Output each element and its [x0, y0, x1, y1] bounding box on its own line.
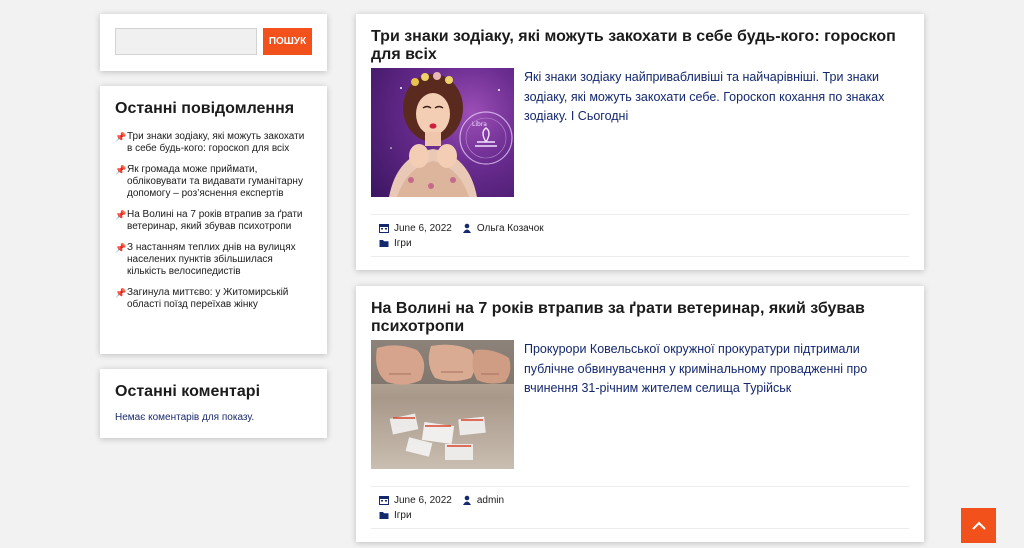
- recent-posts-title: Останні повідомлення: [115, 100, 295, 117]
- user-icon: [462, 223, 471, 233]
- post-date[interactable]: June 6, 2022: [394, 495, 452, 506]
- post-meta: June 6, 2022 Ольга Козачок Ігри: [371, 214, 909, 257]
- list-item: 📌 Як громада може приймати, обліковувати…: [115, 164, 312, 200]
- post-card: На Волині на 7 років втрапив за ґрати ве…: [356, 286, 924, 542]
- post-category[interactable]: Ігри: [394, 238, 412, 249]
- recent-posts-list: 📌 Три знаки зодіаку, які можуть закохати…: [115, 131, 312, 311]
- list-item: 📌 Три знаки зодіаку, які можуть закохати…: [115, 131, 312, 155]
- recent-post-link[interactable]: Три знаки зодіаку, які можуть закохати в…: [127, 131, 312, 155]
- post-meta: June 6, 2022 admin Ігри: [371, 486, 909, 529]
- recent-comments-widget: Останні коментарі Немає коментарів для п…: [100, 369, 327, 438]
- sidebar: пошук Останні повідомлення 📌 Три знаки з…: [100, 14, 327, 438]
- recent-post-link[interactable]: Загинула миттєво: у Житомирській області…: [127, 287, 312, 311]
- pushpin-icon: 📌: [115, 210, 127, 220]
- post-excerpt: Які знаки зодіаку найпривабливіші та най…: [524, 70, 885, 123]
- recent-post-link[interactable]: З настанням теплих днів на вулицях насел…: [127, 242, 312, 278]
- chevron-up-icon: [971, 521, 986, 530]
- pushpin-icon: 📌: [115, 165, 127, 175]
- pushpin-icon: 📌: [115, 132, 127, 142]
- no-comments-text: Немає коментарів для показу.: [115, 412, 255, 423]
- post-meta-row: June 6, 2022 admin: [379, 493, 909, 507]
- post-body: Прокурори Ковельської окружної прокурату…: [371, 340, 909, 469]
- search-button[interactable]: пошук: [263, 28, 312, 55]
- post-date[interactable]: June 6, 2022: [394, 223, 452, 234]
- post-thumbnail[interactable]: Libra: [371, 68, 514, 197]
- pushpin-icon: 📌: [115, 243, 127, 253]
- pushpin-icon: 📌: [115, 288, 127, 298]
- recent-posts-widget: Останні повідомлення 📌 Три знаки зодіаку…: [100, 86, 327, 354]
- user-icon: [462, 495, 471, 505]
- post-excerpt: Прокурори Ковельської окружної прокурату…: [524, 342, 868, 395]
- post-card: Три знаки зодіаку, які можуть закохати в…: [356, 14, 924, 270]
- post-title[interactable]: Три знаки зодіаку, які можуть закохати в…: [371, 28, 909, 64]
- post-meta-row: June 6, 2022 Ольга Козачок: [379, 221, 909, 235]
- post-category[interactable]: Ігри: [394, 510, 412, 521]
- svg-text:Libra: Libra: [472, 121, 487, 128]
- scroll-to-top-button[interactable]: [961, 508, 996, 543]
- folder-icon: [379, 512, 389, 519]
- zodiac-woman-illustration: Libra: [389, 72, 513, 197]
- search-input[interactable]: [115, 28, 257, 55]
- calendar-icon: [379, 496, 389, 505]
- recent-comments-title: Останні коментарі: [115, 383, 261, 400]
- post-title[interactable]: На Волині на 7 років втрапив за ґрати ве…: [371, 300, 909, 336]
- post-author[interactable]: admin: [477, 495, 504, 506]
- post-meta-row: Ігри: [379, 508, 909, 522]
- calendar-icon: [379, 224, 389, 233]
- post-body: Libra Які знаки зодіаку найпривабливіші …: [371, 68, 909, 197]
- folder-icon: [379, 240, 389, 247]
- recent-post-link[interactable]: Як громада може приймати, обліковувати т…: [127, 164, 312, 200]
- search-widget: пошук: [100, 14, 327, 71]
- fists-and-pills-photo: [371, 340, 514, 460]
- post-author[interactable]: Ольга Козачок: [477, 223, 544, 234]
- list-item: 📌 З настанням теплих днів на вулицях нас…: [115, 242, 312, 278]
- post-meta-row: Ігри: [379, 236, 909, 250]
- list-item: 📌 Загинула миттєво: у Житомирській облас…: [115, 287, 312, 311]
- recent-post-link[interactable]: На Волині на 7 років втрапив за ґрати ве…: [127, 209, 312, 233]
- list-item: 📌 На Волині на 7 років втрапив за ґрати …: [115, 209, 312, 233]
- post-thumbnail[interactable]: [371, 340, 514, 469]
